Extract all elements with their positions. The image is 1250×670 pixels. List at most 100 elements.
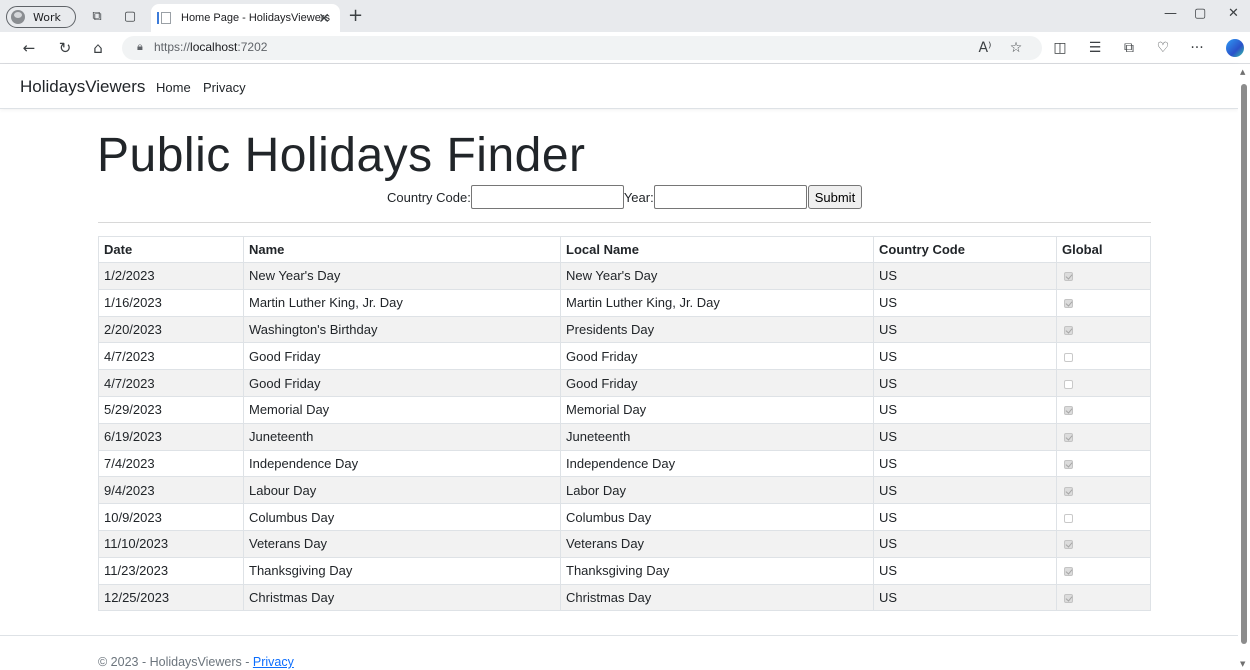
cell-date: 2/20/2023 xyxy=(98,315,244,344)
cell-name: Washington's Birthday xyxy=(243,315,561,344)
brand-link[interactable]: HolidaysViewers xyxy=(20,77,145,97)
table-body: 1/2/2023 New Year's Day New Year's Day US 1/… xyxy=(98,262,1151,612)
footer-copyright: © 2023 - HolidaysViewers - xyxy=(98,655,253,669)
cell-global xyxy=(1056,583,1151,612)
favorite-star-icon[interactable]: ☆ xyxy=(1006,40,1026,56)
cell-global xyxy=(1056,262,1151,290)
global-checkbox xyxy=(1064,299,1073,309)
table-row: 7/4/2023 Independence Day Independence Day… xyxy=(98,449,1151,478)
lock-icon[interactable]: 🔒︎ xyxy=(137,40,143,54)
cell-global xyxy=(1056,342,1151,371)
url-text[interactable]: https://localhost:7202 xyxy=(154,40,267,54)
minimize-icon[interactable]: — xyxy=(1164,6,1177,21)
profile-label: Work xyxy=(33,10,61,24)
tab-title: Home Page - HolidaysViewers xyxy=(181,12,330,24)
nav-link-home[interactable]: Home xyxy=(156,80,191,95)
cell-country-code: US xyxy=(873,315,1057,344)
cell-global xyxy=(1056,503,1151,531)
cell-name: Independence Day xyxy=(243,449,561,478)
global-checkbox xyxy=(1064,594,1073,604)
profile-button[interactable]: Work xyxy=(6,6,76,28)
cell-name: Veterans Day xyxy=(243,529,561,558)
page-scrollbar[interactable]: ▲ ▼ xyxy=(1238,64,1250,670)
cell-date: 6/19/2023 xyxy=(98,422,244,451)
header-date: Date xyxy=(98,236,244,263)
cell-name: Columbus Day xyxy=(243,503,561,531)
cell-name: Good Friday xyxy=(243,342,561,371)
back-icon[interactable]: ← xyxy=(20,39,38,57)
browser-essentials-icon[interactable]: ♡ xyxy=(1153,40,1173,56)
cell-country-code: US xyxy=(873,369,1057,397)
cell-name: Good Friday xyxy=(243,369,561,397)
cell-country-code: US xyxy=(873,476,1057,505)
close-window-icon[interactable]: ✕ xyxy=(1228,6,1239,21)
cell-global xyxy=(1056,449,1151,478)
tab-actions-icon[interactable]: ▢ xyxy=(119,5,141,27)
cell-name: Thanksgiving Day xyxy=(243,556,561,585)
page-favicon-icon xyxy=(157,12,171,24)
global-checkbox xyxy=(1064,433,1073,443)
footer-divider xyxy=(0,635,1238,636)
global-checkbox xyxy=(1064,379,1073,389)
cell-local-name: Thanksgiving Day xyxy=(560,556,874,585)
cell-country-code: US xyxy=(873,262,1057,290)
cell-country-code: US xyxy=(873,288,1057,317)
cell-date: 4/7/2023 xyxy=(98,369,244,397)
footer: © 2023 - HolidaysViewers - Privacy xyxy=(98,655,294,669)
cell-local-name: Independence Day xyxy=(560,449,874,478)
table-header-row: Date Name Local Name Country Code Global xyxy=(98,236,1151,263)
new-tab-icon[interactable]: + xyxy=(348,5,363,26)
global-checkbox xyxy=(1064,326,1073,336)
site-navbar: HolidaysViewers Home Privacy xyxy=(0,64,1238,109)
cell-name: Labour Day xyxy=(243,476,561,505)
cell-global xyxy=(1056,422,1151,451)
cell-date: 1/2/2023 xyxy=(98,262,244,290)
favorites-icon[interactable]: ☰ xyxy=(1085,40,1105,56)
cell-global xyxy=(1056,288,1151,317)
workspaces-icon[interactable]: ⧉ xyxy=(86,5,108,27)
split-screen-icon[interactable]: ◫ xyxy=(1050,40,1070,56)
year-input[interactable] xyxy=(653,185,807,209)
cell-name: Memorial Day xyxy=(243,395,561,424)
global-checkbox xyxy=(1064,513,1073,523)
avatar-icon xyxy=(11,10,25,24)
cell-date: 1/16/2023 xyxy=(98,288,244,317)
scrollbar-thumb[interactable] xyxy=(1241,84,1247,644)
table-row: 1/16/2023 Martin Luther King, Jr. Day Mart… xyxy=(98,288,1151,317)
table-row: 4/7/2023 Good Friday Good Friday US xyxy=(98,342,1151,371)
cell-global xyxy=(1056,395,1151,424)
country-code-input[interactable] xyxy=(470,185,624,209)
read-aloud-icon[interactable]: A⁾ xyxy=(975,40,995,56)
cell-local-name: Veterans Day xyxy=(560,529,874,558)
scroll-up-icon[interactable]: ▲ xyxy=(1240,68,1245,76)
close-tab-icon[interactable]: ✕ xyxy=(318,10,330,27)
header-local-name: Local Name xyxy=(560,236,874,263)
more-menu-icon[interactable]: ··· xyxy=(1187,40,1207,56)
table-row: 11/10/2023 Veterans Day Veterans Day US xyxy=(98,529,1151,558)
footer-privacy-link[interactable]: Privacy xyxy=(253,655,294,669)
cell-country-code: US xyxy=(873,503,1057,531)
nav-link-privacy[interactable]: Privacy xyxy=(203,80,246,95)
scroll-down-icon[interactable]: ▼ xyxy=(1240,660,1245,668)
cell-date: 7/4/2023 xyxy=(98,449,244,478)
submit-button[interactable]: Submit xyxy=(807,185,863,209)
table-row: 1/2/2023 New Year's Day New Year's Day US xyxy=(98,262,1151,290)
cell-local-name: Martin Luther King, Jr. Day xyxy=(560,288,874,317)
browser-tab-bar: Work ⧉ ▢ Home Page - HolidaysViewers ✕ +… xyxy=(0,0,1250,32)
collections-icon[interactable]: ⧉ xyxy=(1119,40,1139,56)
divider xyxy=(98,222,1151,223)
home-icon[interactable]: ⌂ xyxy=(89,39,107,57)
copilot-icon[interactable] xyxy=(1226,39,1244,57)
cell-country-code: US xyxy=(873,422,1057,451)
refresh-icon[interactable]: ↻ xyxy=(56,39,74,57)
header-global: Global xyxy=(1056,236,1151,263)
restore-icon[interactable]: ▢ xyxy=(1194,6,1206,21)
global-checkbox xyxy=(1064,352,1073,362)
cell-country-code: US xyxy=(873,449,1057,478)
cell-date: 4/7/2023 xyxy=(98,342,244,371)
cell-local-name: Christmas Day xyxy=(560,583,874,612)
table-row: 12/25/2023 Christmas Day Christmas Day US xyxy=(98,583,1151,612)
cell-global xyxy=(1056,476,1151,505)
active-tab[interactable]: Home Page - HolidaysViewers ✕ xyxy=(151,4,340,32)
cell-country-code: US xyxy=(873,342,1057,371)
